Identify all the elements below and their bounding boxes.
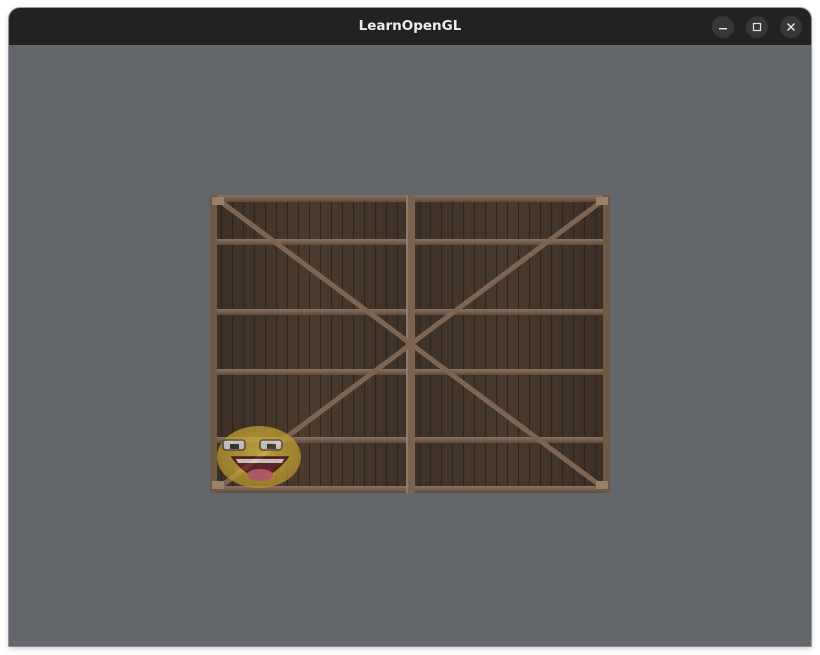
textured-quad	[210, 195, 610, 493]
window-title: LearnOpenGL	[358, 18, 462, 34]
awesomeface-texture	[217, 426, 301, 488]
gl-viewport[interactable]	[9, 45, 811, 646]
maximize-button[interactable]	[746, 16, 768, 38]
title-bar[interactable]: LearnOpenGL	[9, 8, 811, 46]
minimize-button[interactable]	[712, 16, 734, 38]
minimize-icon	[719, 28, 727, 30]
close-icon	[787, 23, 795, 31]
app-window: LearnOpenGL	[9, 8, 811, 646]
maximize-icon	[752, 22, 762, 32]
close-button[interactable]	[780, 16, 802, 38]
